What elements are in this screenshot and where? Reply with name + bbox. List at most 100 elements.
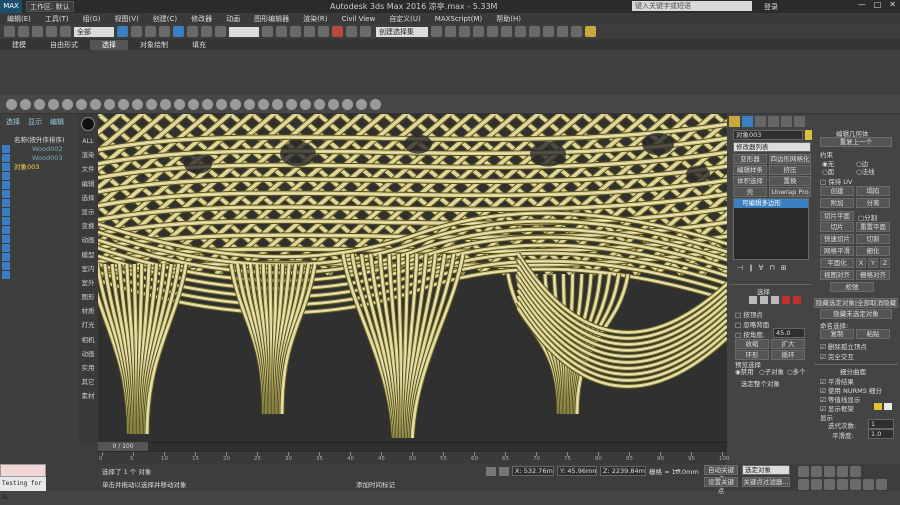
create-tab-icon[interactable] bbox=[729, 116, 740, 127]
filter-helper-icon[interactable] bbox=[2, 181, 10, 189]
sphere-icon[interactable] bbox=[6, 98, 17, 110]
delete-isolated-checkbox[interactable]: ☑ 删除孤立顶点 bbox=[820, 341, 867, 351]
redo-icon[interactable] bbox=[18, 26, 29, 37]
edge-mode-icon[interactable] bbox=[760, 296, 768, 304]
line-icon[interactable] bbox=[244, 98, 255, 110]
orbit-icon[interactable] bbox=[863, 479, 874, 490]
ribbon-tab-0[interactable]: 建模 bbox=[0, 40, 38, 50]
add-time-tag[interactable]: 添加时间标记 bbox=[356, 479, 395, 489]
align-icon[interactable] bbox=[445, 26, 456, 37]
percent-snap-icon[interactable] bbox=[332, 26, 343, 37]
render-frame-icon[interactable] bbox=[543, 26, 554, 37]
border-mode-icon[interactable] bbox=[771, 296, 779, 304]
modifier-stack[interactable]: 可编辑多边形 bbox=[733, 198, 809, 260]
vertex-mode-icon[interactable] bbox=[749, 296, 757, 304]
category-item[interactable]: 室外 bbox=[78, 276, 98, 290]
select-by-name-icon[interactable] bbox=[131, 26, 142, 37]
goto-start-icon[interactable] bbox=[798, 466, 809, 477]
scene-item[interactable]: 对象003 bbox=[14, 163, 76, 172]
cone-icon[interactable] bbox=[132, 98, 143, 110]
zoom-extents-icon[interactable] bbox=[824, 479, 835, 490]
close-icon[interactable]: ✕ bbox=[889, 0, 896, 9]
rotate-icon[interactable] bbox=[187, 26, 198, 37]
category-item[interactable]: 文件 bbox=[78, 162, 98, 176]
key-filters-button[interactable]: 关键点过滤器... bbox=[742, 477, 790, 487]
menu-item-10[interactable]: 自定义(U) bbox=[382, 14, 428, 24]
view-align-button[interactable]: 视图对齐 bbox=[820, 270, 854, 280]
category-item[interactable]: 模型 bbox=[78, 248, 98, 262]
app-logo[interactable]: MAX bbox=[0, 0, 22, 13]
scene-tab-2[interactable]: 编辑 bbox=[50, 117, 64, 127]
maximize-viewport-icon[interactable] bbox=[876, 479, 887, 490]
by-vertex-checkbox[interactable]: □ 按顶点 bbox=[735, 309, 763, 319]
zoom-icon[interactable] bbox=[798, 479, 809, 490]
ribbon-tab-3[interactable]: 对象绘制 bbox=[128, 40, 180, 50]
scene-item[interactable]: Wood002 bbox=[14, 145, 76, 154]
maxscript-listener[interactable] bbox=[0, 464, 46, 477]
lock-selection-icon[interactable] bbox=[486, 466, 496, 476]
make-planar-button[interactable]: 平面化 bbox=[820, 258, 854, 268]
teapot-icon[interactable] bbox=[585, 26, 596, 37]
menu-item-7[interactable]: 图形编辑器 bbox=[247, 14, 296, 24]
zoom-all-icon[interactable] bbox=[811, 479, 822, 490]
cut-button[interactable]: 切割 bbox=[856, 234, 890, 244]
slice-plane-button[interactable]: 切片平面 bbox=[820, 211, 854, 221]
filter-invert-icon[interactable] bbox=[2, 271, 10, 279]
repeat-last-button[interactable]: 重复上一个 bbox=[820, 137, 892, 147]
unlink-icon[interactable] bbox=[46, 26, 57, 37]
display-tab-icon[interactable] bbox=[781, 116, 792, 127]
circle-icon[interactable] bbox=[258, 98, 269, 110]
pivot-icon[interactable] bbox=[262, 26, 273, 37]
menu-item-12[interactable]: 帮助(H) bbox=[489, 14, 528, 24]
y-coordinate-field[interactable]: Y: 45.96mm bbox=[557, 466, 597, 476]
modifier-button[interactable]: 变形器 bbox=[733, 154, 767, 164]
hierarchy-tab-icon[interactable] bbox=[755, 116, 766, 127]
utilities-tab-icon[interactable] bbox=[794, 116, 805, 127]
modifier-list-dropdown[interactable]: 修改器列表 bbox=[733, 142, 811, 152]
category-item[interactable]: 材质 bbox=[78, 304, 98, 318]
modifier-button[interactable]: 壳 bbox=[733, 187, 767, 197]
track-bar[interactable]: 0 5 10 15 20 25 30 35 40 45 50 55 60 65 70 75 80 85 90 95 10… bbox=[98, 451, 730, 464]
planar-y-button[interactable]: Y bbox=[868, 258, 878, 268]
angle-field[interactable]: 45.0 bbox=[773, 328, 805, 338]
category-item[interactable]: 显示 bbox=[78, 205, 98, 219]
link-icon[interactable] bbox=[32, 26, 43, 37]
hide-selected-button[interactable]: 隐藏选定对象|全部取消隐藏 bbox=[814, 298, 898, 308]
slice-button[interactable]: 切片 bbox=[820, 222, 854, 232]
tessellate-button[interactable]: 细化 bbox=[856, 246, 890, 256]
manipulate-icon[interactable] bbox=[276, 26, 287, 37]
relax-button[interactable]: 松弛 bbox=[830, 282, 874, 292]
menu-item-6[interactable]: 动画 bbox=[219, 14, 247, 24]
stack-item-editable-poly[interactable]: 可编辑多边形 bbox=[734, 199, 808, 208]
polygon-mode-icon[interactable] bbox=[782, 296, 790, 304]
show-end-result-icon[interactable]: ∥ bbox=[749, 264, 753, 274]
preview-multi-radio[interactable]: ○多个 bbox=[787, 366, 806, 376]
subdivision-header[interactable]: 细分曲面 bbox=[840, 366, 866, 376]
set-key-button[interactable]: 设置关键点 bbox=[704, 477, 738, 495]
foliage-icon[interactable] bbox=[328, 98, 339, 110]
menu-item-5[interactable]: 修改器 bbox=[184, 14, 219, 24]
system-icon[interactable] bbox=[118, 98, 129, 110]
key-icon[interactable]: ⊸ bbox=[674, 466, 688, 475]
place-icon[interactable] bbox=[215, 26, 226, 37]
tube-icon[interactable] bbox=[160, 98, 171, 110]
selection-filter-dropdown[interactable]: 全部 bbox=[74, 26, 114, 37]
scene-item[interactable]: Wood003 bbox=[14, 154, 76, 163]
motion-tab-icon[interactable] bbox=[768, 116, 779, 127]
next-frame-icon[interactable] bbox=[837, 466, 848, 477]
display-iterations-field[interactable]: 1 bbox=[868, 419, 894, 429]
tree-icon[interactable] bbox=[314, 98, 325, 110]
wireframe-pavilion-model[interactable] bbox=[98, 114, 727, 442]
render-icon[interactable] bbox=[557, 26, 568, 37]
box-icon[interactable] bbox=[20, 98, 31, 110]
cage-selected-color-swatch[interactable] bbox=[884, 403, 892, 410]
planar-x-button[interactable]: X bbox=[856, 258, 866, 268]
display-smoothness-field[interactable]: 1.0 bbox=[868, 429, 894, 439]
full-interact-checkbox[interactable]: ☑ 完全交互 bbox=[820, 351, 854, 361]
object-color-swatch[interactable] bbox=[805, 130, 812, 140]
quickslice-button[interactable]: 快速切片 bbox=[820, 234, 854, 244]
play-icon[interactable] bbox=[824, 466, 835, 477]
scene-tab-1[interactable]: 显示 bbox=[28, 117, 42, 127]
category-item[interactable]: 实用 bbox=[78, 361, 98, 375]
edit-named-selection-icon[interactable] bbox=[360, 26, 371, 37]
